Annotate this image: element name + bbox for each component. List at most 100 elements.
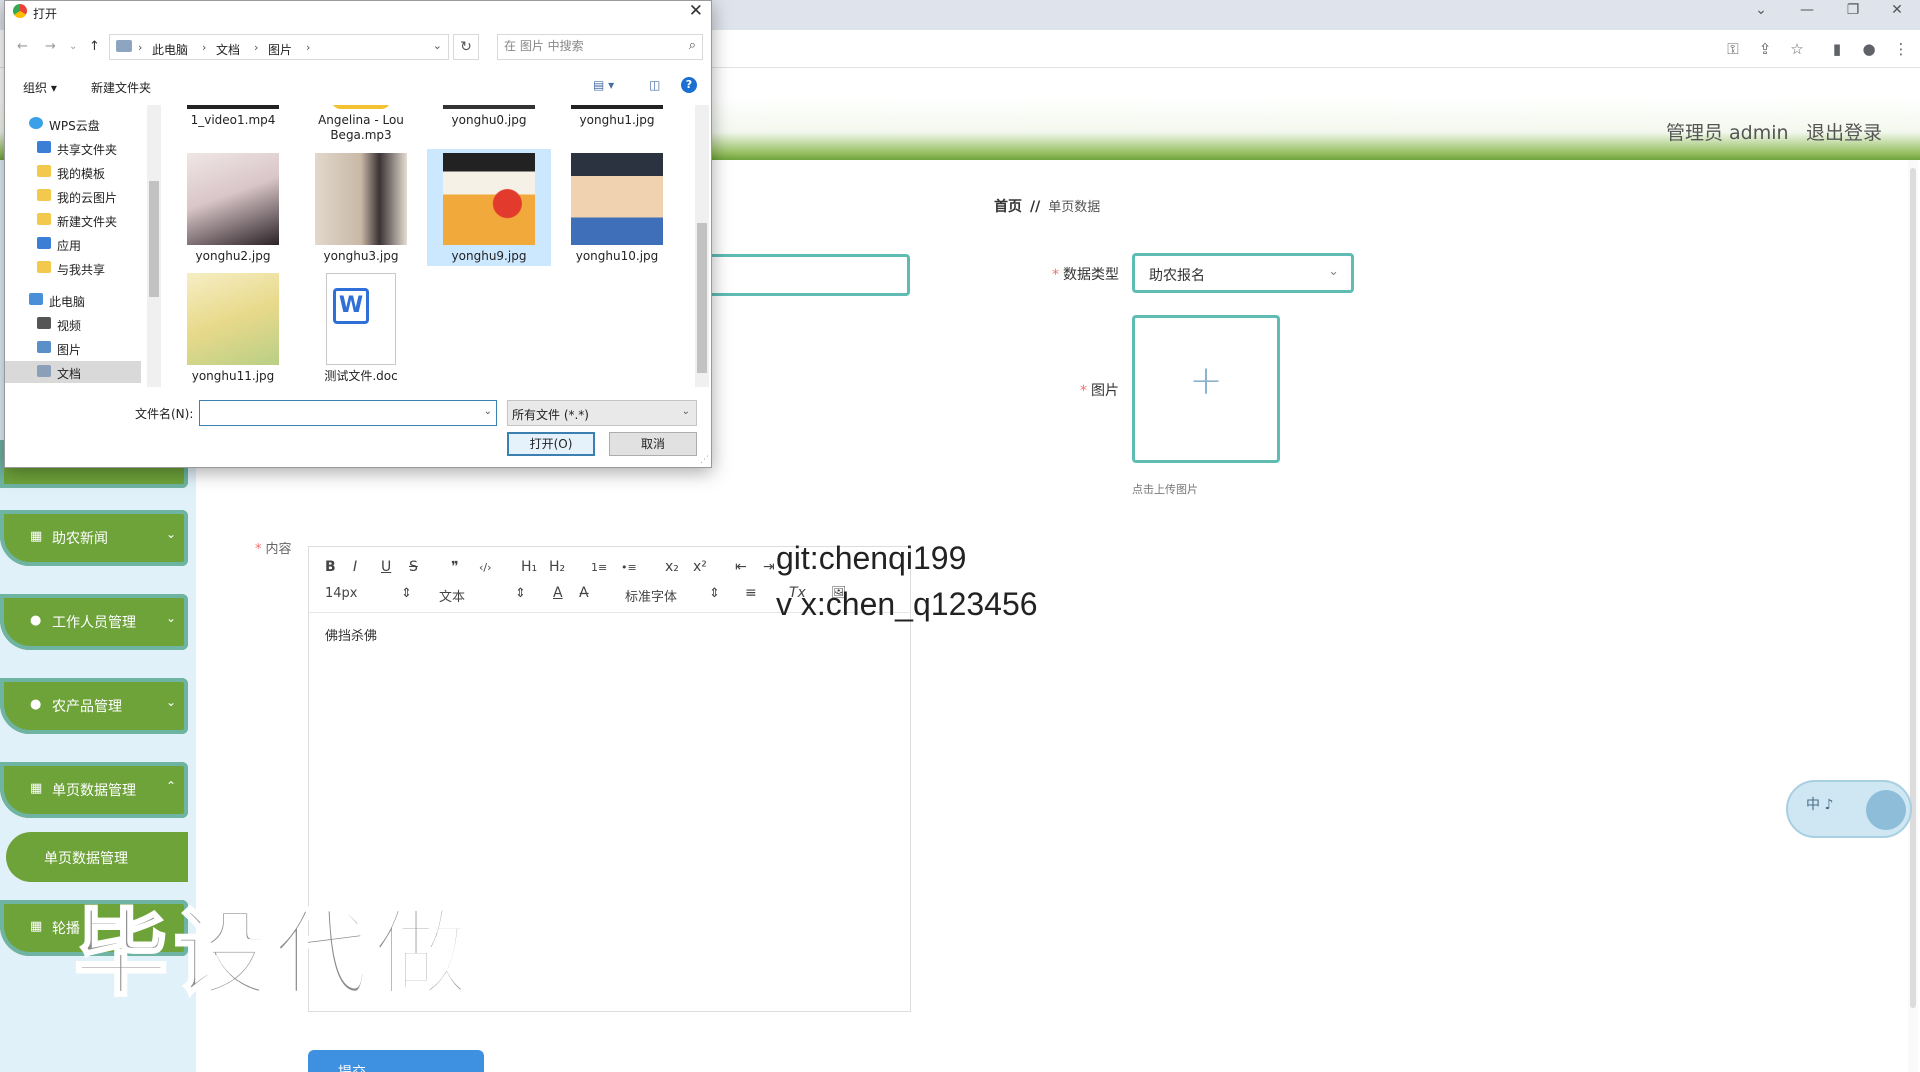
star-icon[interactable]: ☆ bbox=[1786, 38, 1808, 60]
help-icon[interactable]: ? bbox=[681, 77, 697, 93]
nav-pane-scroll-thumb[interactable] bbox=[149, 181, 159, 297]
sidebar-icon[interactable]: ▮ bbox=[1826, 38, 1848, 60]
sidebar-item-news[interactable]: ▦ 助农新闻 ⌄ bbox=[0, 510, 188, 566]
breadcrumb-home[interactable]: 首页 bbox=[994, 199, 1022, 215]
sidebar-subitem-single-page-manage[interactable]: 单页数据管理 bbox=[6, 832, 188, 882]
close-icon[interactable]: ✕ bbox=[689, 1, 703, 21]
subscript-icon[interactable]: x₂ bbox=[665, 559, 679, 575]
dialog-search-input[interactable] bbox=[504, 39, 664, 53]
bullet-list-icon[interactable]: •≡ bbox=[621, 561, 637, 574]
editor-content[interactable]: 佛挡杀佛 bbox=[325, 625, 377, 644]
profile-icon[interactable]: ● bbox=[1858, 38, 1880, 60]
h1-icon[interactable]: H₁ bbox=[521, 559, 537, 575]
cancel-button[interactable]: 取消 bbox=[609, 432, 697, 456]
nav-item-shared-with-me[interactable]: 与我共享 bbox=[5, 257, 141, 279]
view-mode-icon[interactable]: ▤ ▾ bbox=[593, 78, 614, 92]
path-breadcrumb[interactable]: › 此电脑 › 文档 › 图片 › ⌄ bbox=[109, 34, 449, 60]
file-tile[interactable]: yonghu10.jpg bbox=[555, 153, 679, 264]
preview-pane-icon[interactable]: ◫ bbox=[649, 78, 660, 92]
filetype-select[interactable]: 所有文件 (*.*) ⌄ bbox=[507, 400, 697, 426]
file-tile[interactable]: yonghu3.jpg bbox=[299, 153, 423, 264]
nav-item-apps[interactable]: 应用 bbox=[5, 233, 141, 255]
back-arrow-icon[interactable]: ← bbox=[17, 39, 28, 54]
file-tile[interactable]: yonghu1.jpg bbox=[555, 105, 679, 128]
minimize-button[interactable]: — bbox=[1784, 0, 1830, 22]
font-size-select[interactable]: 14px bbox=[325, 586, 358, 601]
chevron-down-icon[interactable]: ⌄ bbox=[433, 39, 442, 52]
file-tile[interactable]: yonghu0.jpg bbox=[427, 105, 551, 128]
image-upload-box[interactable]: + bbox=[1132, 315, 1280, 463]
file-tile[interactable]: yonghu2.jpg bbox=[171, 153, 295, 264]
data-type-select[interactable]: 助农报名 ⌄ bbox=[1132, 253, 1354, 293]
strike-icon[interactable]: S bbox=[409, 559, 418, 575]
code-icon[interactable]: ‹/› bbox=[479, 561, 492, 574]
nav-item-new-folder[interactable]: 新建文件夹 bbox=[5, 209, 141, 231]
file-list-scroll-thumb[interactable] bbox=[697, 223, 707, 373]
word-icon: W bbox=[333, 288, 369, 324]
file-tile[interactable]: yonghu11.jpg bbox=[171, 273, 295, 384]
nav-item-this-pc[interactable]: 此电脑 bbox=[5, 289, 141, 311]
nav-item-documents[interactable]: 文档 bbox=[5, 361, 141, 383]
paragraph-select[interactable]: 文本 bbox=[439, 586, 465, 605]
nav-item-templates[interactable]: 我的模板 bbox=[5, 161, 141, 183]
nav-item-shared[interactable]: 共享文件夹 bbox=[5, 137, 141, 159]
new-folder-button[interactable]: 新建文件夹 bbox=[91, 79, 151, 96]
filename-field[interactable]: ⌄ bbox=[199, 400, 497, 426]
search-icon[interactable]: ⌕ bbox=[689, 38, 696, 53]
refresh-button[interactable]: ↻ bbox=[453, 34, 479, 60]
path-segment[interactable]: 此电脑 bbox=[152, 41, 188, 58]
file-tile[interactable]: W 测试文件.doc bbox=[299, 273, 423, 384]
outdent-icon[interactable]: ⇤ bbox=[735, 559, 747, 575]
nav-pane-scrollbar[interactable] bbox=[147, 105, 161, 387]
file-tile-selected[interactable]: yonghu9.jpg bbox=[427, 149, 551, 266]
chevron-down-icon[interactable]: ⌄ bbox=[484, 406, 492, 417]
path-segment[interactable]: 文档 bbox=[216, 41, 240, 58]
font-family-select[interactable]: 标准字体 bbox=[625, 586, 677, 605]
forward-arrow-icon[interactable]: → bbox=[45, 39, 56, 54]
file-tile[interactable]: 1_video1.mp4 bbox=[171, 105, 295, 128]
dialog-search-box[interactable]: ⌕ bbox=[497, 34, 703, 60]
align-icon[interactable]: ≡ bbox=[745, 585, 757, 601]
ordered-list-icon[interactable]: 1≡ bbox=[591, 561, 607, 574]
grid-icon: ▦ bbox=[30, 919, 43, 934]
tab-search-icon[interactable]: ⌄ bbox=[1738, 0, 1784, 22]
open-button[interactable]: 打开(O) bbox=[507, 432, 595, 456]
sidebar-item-staff[interactable]: ● 工作人员管理 ⌄ bbox=[0, 594, 188, 650]
nav-item-pictures[interactable]: 图片 bbox=[5, 337, 141, 359]
resize-grip-icon[interactable]: ⋰ bbox=[700, 455, 709, 465]
quote-icon[interactable]: ❞ bbox=[451, 559, 459, 575]
logout-link[interactable]: 退出登录 bbox=[1806, 118, 1882, 145]
background-color-icon[interactable]: A̶ bbox=[579, 585, 589, 601]
superscript-icon[interactable]: x² bbox=[693, 559, 707, 575]
italic-icon[interactable]: I bbox=[353, 559, 357, 575]
filename-input[interactable] bbox=[204, 404, 474, 418]
file-tile[interactable]: Angelina - Lou Bega.mp3 bbox=[299, 105, 423, 143]
bold-icon[interactable]: B bbox=[325, 559, 336, 575]
image-label: * 图片 bbox=[1080, 383, 1119, 399]
nav-item-wps[interactable]: WPS云盘 bbox=[5, 113, 141, 135]
nav-item-cloud-pics[interactable]: 我的云图片 bbox=[5, 185, 141, 207]
page-scrollbar-thumb[interactable] bbox=[1910, 168, 1916, 1008]
nav-item-videos[interactable]: 视频 bbox=[5, 313, 141, 335]
share-icon[interactable]: ⇪ bbox=[1754, 38, 1776, 60]
sidebar-item-single-page[interactable]: ▦ 单页数据管理 ⌃ bbox=[0, 762, 188, 818]
indent-icon[interactable]: ⇥ bbox=[763, 559, 775, 575]
menu-icon[interactable]: ⋮ bbox=[1890, 38, 1912, 60]
font-color-icon[interactable]: A bbox=[553, 585, 563, 601]
recent-dropdown-icon[interactable]: ⌄ bbox=[69, 41, 77, 52]
organize-menu[interactable]: 组织 ▾ bbox=[23, 79, 57, 96]
title-field[interactable] bbox=[700, 254, 910, 296]
path-segment[interactable]: 图片 bbox=[268, 41, 292, 58]
sidebar-item-label: 农产品管理 bbox=[52, 699, 122, 715]
file-list-scrollbar[interactable] bbox=[695, 105, 709, 387]
submit-button[interactable]: 提交 bbox=[308, 1050, 484, 1072]
underline-icon[interactable]: U bbox=[381, 559, 391, 575]
up-arrow-icon[interactable]: ↑ bbox=[89, 39, 100, 54]
sidebar-item-products[interactable]: ● 农产品管理 ⌄ bbox=[0, 678, 188, 734]
h2-icon[interactable]: H₂ bbox=[549, 559, 565, 575]
floating-widget[interactable]: 中 ♪ bbox=[1786, 780, 1912, 838]
close-window-button[interactable]: ✕ bbox=[1874, 0, 1920, 22]
key-icon[interactable]: ⚿ bbox=[1722, 38, 1744, 60]
image-thumbnail bbox=[187, 273, 279, 365]
restore-button[interactable]: ❐ bbox=[1830, 0, 1876, 22]
